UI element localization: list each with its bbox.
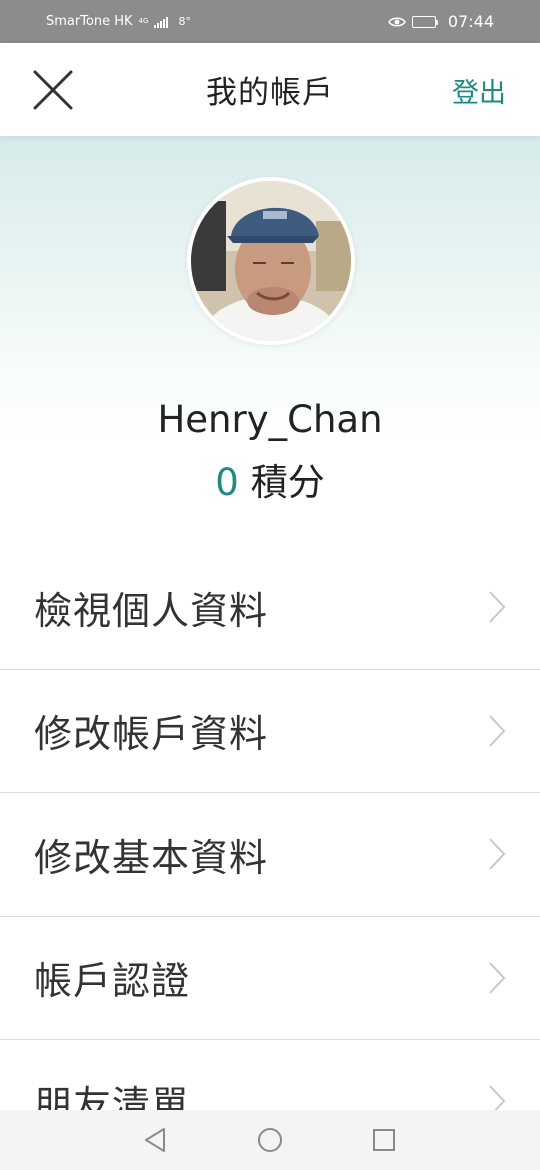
- avatar[interactable]: [187, 177, 355, 345]
- menu-item-account-verification[interactable]: 帳戶認證: [0, 916, 540, 1040]
- chevron-right-icon: [489, 962, 506, 994]
- chevron-right-icon: [489, 838, 506, 870]
- menu-item-label: 修改基本資料: [34, 835, 269, 880]
- points-line: 0 積分: [0, 452, 540, 506]
- home-circle-icon[interactable]: [254, 1124, 286, 1156]
- status-right: 07:44: [388, 12, 494, 31]
- menu-item-label: 帳戶認證: [34, 959, 191, 1004]
- clock: 07:44: [447, 12, 494, 31]
- account-screen: SmarTone HK 4G 8° 07:44 我的帳戶 登出 Henry_Ch…: [0, 0, 540, 1170]
- status-bar: SmarTone HK 4G 8° 07:44: [0, 0, 540, 43]
- recent-square-icon[interactable]: [368, 1124, 400, 1156]
- carrier-name: SmarTone HK: [46, 14, 133, 29]
- account-menu: 檢視個人資料 修改帳戶資料 修改基本資料 帳戶認證 朋友清單: [0, 546, 540, 1164]
- battery-icon: [411, 15, 440, 29]
- menu-item-edit-account[interactable]: 修改帳戶資料: [0, 669, 540, 793]
- signal-icon: [154, 16, 169, 28]
- menu-item-view-profile[interactable]: 檢視個人資料: [0, 546, 540, 670]
- eye-icon: [388, 17, 406, 26]
- status-left: SmarTone HK 4G 8°: [46, 14, 191, 29]
- temperature: 8°: [178, 15, 191, 28]
- menu-item-label: 修改帳戶資料: [34, 712, 269, 757]
- points-value: 0: [215, 461, 239, 504]
- navigation-bar: [0, 1110, 540, 1170]
- profile-hero: Henry_Chan 0 積分: [0, 136, 540, 546]
- menu-item-edit-basic-info[interactable]: 修改基本資料: [0, 793, 540, 917]
- username: Henry_Chan: [157, 398, 383, 441]
- chevron-right-icon: [489, 591, 506, 623]
- avatar-photo: [191, 181, 351, 341]
- network-badge: 4G: [138, 17, 149, 25]
- chevron-right-icon: [489, 715, 506, 747]
- logout-button[interactable]: 登出: [452, 71, 506, 110]
- points-label: 積分: [250, 461, 325, 504]
- back-triangle-icon[interactable]: [140, 1124, 172, 1156]
- menu-item-label: 檢視個人資料: [34, 588, 269, 633]
- app-header: 我的帳戶 登出: [0, 43, 540, 136]
